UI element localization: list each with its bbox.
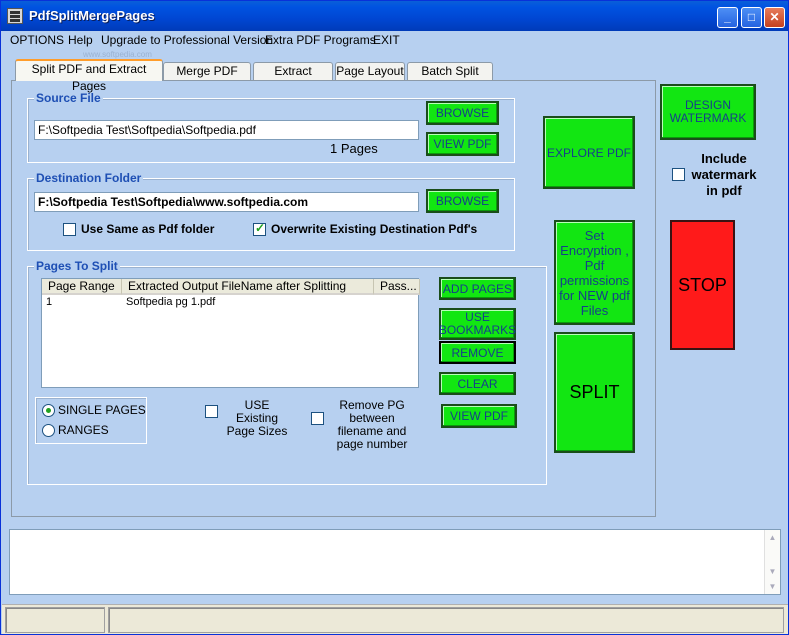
destination-browse-button[interactable]: BROWSE [426, 189, 499, 213]
overwrite-checkbox[interactable] [253, 221, 266, 236]
minimize-button[interactable]: _ [717, 7, 738, 28]
row-page-range[interactable]: 1 [46, 296, 52, 308]
close-button[interactable]: ✕ [764, 7, 785, 28]
single-pages-radio[interactable] [42, 404, 55, 417]
pages-to-split-title: Pages To Split [34, 259, 120, 273]
scroll-up-icon[interactable]: ▲ [765, 530, 780, 545]
use-existing-sizes-label: USE Existing Page Sizes [226, 398, 288, 438]
include-watermark-checkbox[interactable] [672, 168, 685, 181]
same-folder-checkbox[interactable] [63, 223, 76, 236]
tab-page-layout[interactable]: Page Layout [335, 62, 405, 81]
remove-button[interactable]: REMOVE [439, 341, 516, 364]
overwrite-label: Overwrite Existing Destination Pdf's [271, 222, 478, 236]
clear-button[interactable]: CLEAR [439, 372, 516, 395]
include-watermark-label: Include watermark in pdf [691, 151, 757, 198]
scroll-down-icon[interactable]: ▼ [765, 564, 780, 579]
tab-extract-images[interactable]: Extract Images [253, 62, 333, 95]
status-panel-1 [5, 607, 105, 633]
explore-pdf-button[interactable]: EXPLORE PDF [543, 116, 635, 189]
design-watermark-button[interactable]: DESIGN WATERMARK [660, 84, 756, 140]
view-pdf-list-button[interactable]: VIEW PDF [441, 404, 517, 428]
log-textarea[interactable]: ▲ ▼ ▼ [9, 529, 781, 595]
menu-options[interactable]: OPTIONS [10, 33, 64, 47]
view-pdf-button[interactable]: VIEW PDF [426, 132, 499, 156]
add-pages-button[interactable]: ADD PAGES [439, 277, 516, 300]
maximize-button[interactable]: □ [741, 7, 762, 28]
app-icon[interactable] [7, 8, 23, 24]
menu-extra-pdf-programs[interactable]: Extra PDF Programs [265, 33, 376, 47]
column-page-range[interactable]: Page Range [42, 279, 122, 295]
tab-split-pdf[interactable]: Split PDF and Extract Pages [15, 59, 163, 93]
menu-bar: OPTIONS Help Upgrade to Professional Ver… [1, 31, 788, 50]
page-count: 1 Pages [330, 141, 378, 156]
remove-pg-checkbox[interactable] [311, 412, 324, 425]
ranges-label: RANGES [58, 423, 109, 437]
softpedia-watermark: www.softpedia.com [83, 50, 152, 59]
menu-upgrade[interactable]: Upgrade to Professional Version [101, 33, 273, 47]
pages-list[interactable]: Page Range Extracted Output FileName aft… [41, 278, 420, 388]
split-button[interactable]: SPLIT [554, 332, 635, 453]
single-pages-label: SINGLE PAGES [58, 403, 146, 417]
column-output-filename[interactable]: Extracted Output FileName after Splittin… [122, 279, 374, 295]
window-title: PdfSplitMergePages [29, 8, 155, 23]
status-bar [2, 604, 788, 634]
use-existing-sizes-checkbox[interactable] [205, 405, 218, 418]
menu-exit[interactable]: EXIT [373, 33, 400, 47]
status-panel-2 [108, 607, 784, 633]
row-output-filename[interactable]: Softpedia pg 1.pdf [126, 296, 215, 308]
destination-folder-title: Destination Folder [34, 171, 144, 185]
menu-help[interactable]: Help [68, 33, 93, 47]
title-bar[interactable]: PdfSplitMergePages _ □ ✕ [1, 1, 788, 31]
stop-button[interactable]: STOP [670, 220, 735, 350]
scroll-down-icon-2[interactable]: ▼ [765, 579, 780, 594]
same-folder-label: Use Same as Pdf folder [81, 222, 215, 236]
remove-pg-label: Remove PG between filename and page numb… [336, 398, 408, 451]
ranges-radio[interactable] [42, 424, 55, 437]
source-browse-button[interactable]: BROWSE [426, 101, 499, 125]
column-password[interactable]: Pass... [374, 279, 420, 295]
app-window: PdfSplitMergePages _ □ ✕ OPTIONS Help Up… [0, 0, 789, 635]
source-path-input[interactable]: F:\Softpedia Test\Softpedia\Softpedia.pd… [34, 120, 419, 140]
tab-merge-pdf[interactable]: Merge PDF Files [163, 62, 251, 95]
use-bookmarks-button[interactable]: USE BOOKMARKS [439, 308, 516, 340]
destination-path-input[interactable]: F:\Softpedia Test\Softpedia\www.softpedi… [34, 192, 419, 212]
log-scrollbar[interactable]: ▲ ▼ ▼ [764, 530, 780, 594]
encryption-button[interactable]: Set Encryption , Pdf permissions for NEW… [554, 220, 635, 325]
tab-batch-split[interactable]: Batch Split PDF [407, 62, 493, 95]
